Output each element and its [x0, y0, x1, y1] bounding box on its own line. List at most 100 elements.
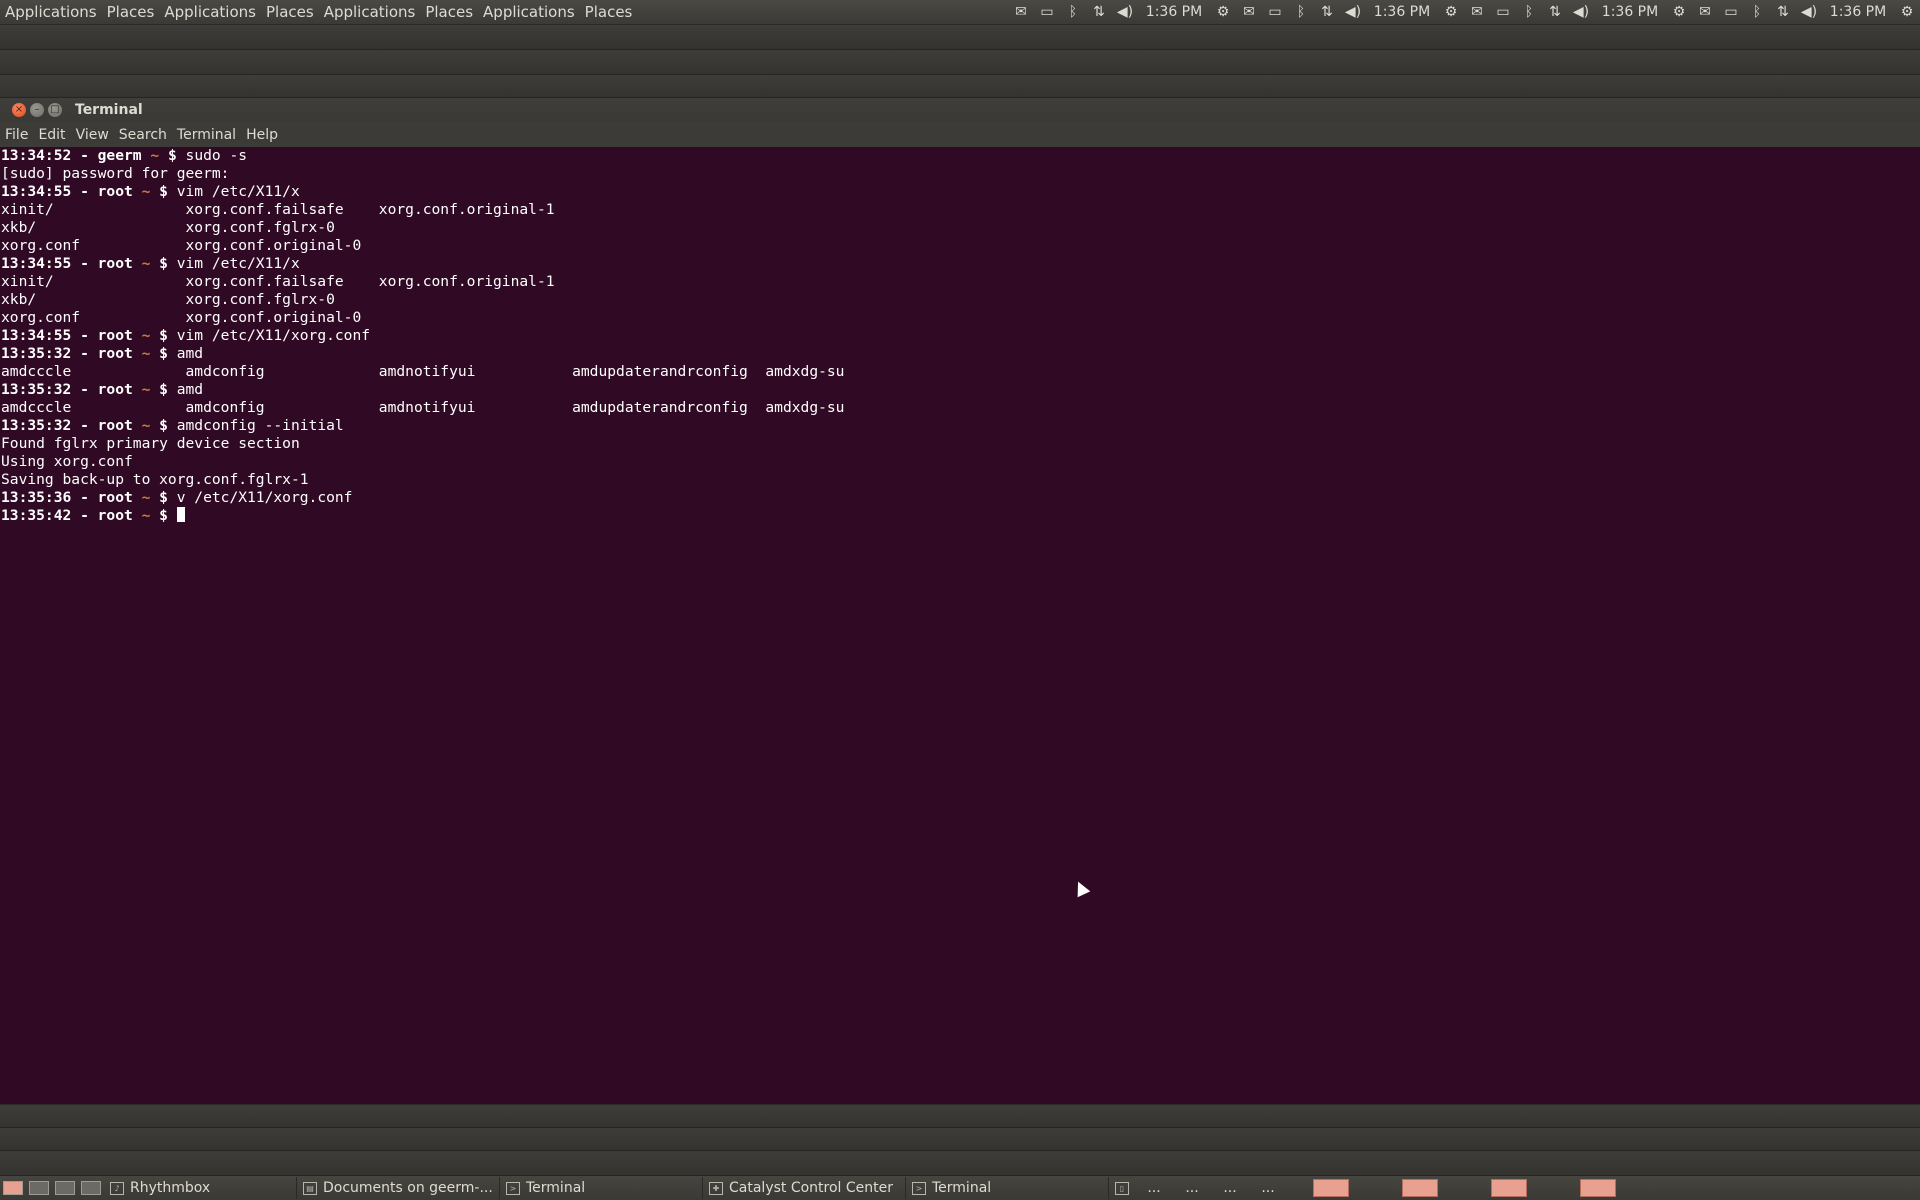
terminal-output[interactable]: 13:34:52 - geerm ~ $ sudo -s [sudo] passw…	[0, 147, 1920, 1104]
battery-icon[interactable]: ▭	[1262, 4, 1288, 20]
workspace-preview[interactable]	[1402, 1179, 1438, 1197]
bluetooth-icon[interactable]: ᛒ	[1744, 4, 1770, 20]
top-panel: Applications Places Applications Places …	[0, 0, 1920, 25]
places-menu[interactable]: Places	[102, 3, 160, 21]
prompt-text: 13:34:52 - geerm	[1, 147, 142, 164]
task-overflow[interactable]: ...	[1135, 1180, 1173, 1196]
workspace-preview[interactable]	[1313, 1179, 1349, 1197]
prompt-line: 13:34:55 - root ~ $ vim /etc/X11/x	[0, 255, 1920, 273]
prompt-text: 13:34:55 - root	[1, 255, 133, 272]
task-overflow[interactable]: ...	[1211, 1180, 1249, 1196]
system-tray: ✉ ▭ ᛒ ⇅ ◀) 1:36 PM ⚙ ✉ ▭ ᛒ ⇅ ◀) 1:36 PM …	[1008, 0, 1920, 24]
prompt-dollar: $	[159, 183, 177, 200]
menu-edit[interactable]: Edit	[33, 127, 70, 143]
command-text: sudo -s	[185, 147, 248, 164]
prompt-line: 13:35:36 - root ~ $ v /etc/X11/xorg.conf	[0, 489, 1920, 507]
window-titlebar[interactable]: × – □ Terminal	[0, 98, 1920, 122]
network-icon[interactable]: ⇅	[1086, 4, 1112, 20]
bluetooth-icon[interactable]: ᛒ	[1516, 4, 1542, 20]
task-documents[interactable]: ▤ Documents on geerm-...	[297, 1177, 500, 1199]
workspace-switcher-3[interactable]	[55, 1181, 75, 1195]
maximize-button[interactable]: □	[48, 103, 62, 117]
menu-file[interactable]: File	[0, 127, 33, 143]
prompt-line: 13:35:42 - root ~ $	[0, 507, 1920, 525]
menu-search[interactable]: Search	[114, 127, 172, 143]
network-icon[interactable]: ⇅	[1314, 4, 1340, 20]
places-menu[interactable]: Places	[420, 3, 478, 21]
empty-panel	[0, 1151, 1920, 1176]
prompt-tilde: ~	[132, 255, 160, 272]
prompt-dollar: $	[159, 507, 177, 524]
bluetooth-icon[interactable]: ᛒ	[1060, 4, 1086, 20]
workspace-preview[interactable]	[1491, 1179, 1527, 1197]
task-catalyst[interactable]: ✚ Catalyst Control Center	[703, 1177, 906, 1199]
workspace-preview[interactable]	[1580, 1179, 1616, 1197]
task-label: Terminal	[526, 1180, 586, 1196]
applications-menu[interactable]: Applications	[319, 3, 421, 21]
menu-help[interactable]: Help	[241, 127, 283, 143]
close-button[interactable]: ×	[12, 103, 26, 117]
clock[interactable]: 1:36 PM	[1594, 4, 1666, 20]
output-line: xkb/ xorg.conf.fglrx-0	[0, 219, 1920, 237]
battery-icon[interactable]: ▭	[1034, 4, 1060, 20]
mail-icon[interactable]: ✉	[1692, 4, 1718, 20]
command-text: vim /etc/X11/x	[176, 183, 300, 200]
volume-icon[interactable]: ◀)	[1340, 4, 1366, 20]
output-text: xinit/ xorg.conf.failsafe xorg.conf.orig…	[1, 273, 555, 290]
task-terminal[interactable]: > Terminal	[906, 1177, 1109, 1199]
output-line: amdcccle amdconfig amdnotifyui amdupdate…	[0, 399, 1920, 417]
menu-view[interactable]: View	[71, 127, 114, 143]
volume-icon[interactable]: ◀)	[1112, 4, 1138, 20]
network-icon[interactable]: ⇅	[1770, 4, 1796, 20]
task-rhythmbox[interactable]: ♪ Rhythmbox	[104, 1177, 297, 1199]
prompt-dollar: $	[159, 381, 177, 398]
prompt-text: 13:35:42 - root	[1, 507, 133, 524]
output-line: xorg.conf xorg.conf.original-0	[0, 237, 1920, 255]
gear-icon[interactable]: ⚙	[1438, 4, 1464, 20]
output-line: xorg.conf xorg.conf.original-0	[0, 309, 1920, 327]
output-line: Found fglrx primary device section	[0, 435, 1920, 453]
output-text: amdcccle amdconfig amdnotifyui amdupdate…	[1, 399, 845, 416]
minimize-button[interactable]: –	[30, 103, 44, 117]
mail-icon[interactable]: ✉	[1008, 4, 1034, 20]
workspace-switcher-1[interactable]	[3, 1181, 23, 1195]
prompt-tilde: ~	[132, 489, 160, 506]
applications-menu[interactable]: Applications	[478, 3, 580, 21]
terminal-lines: 13:34:52 - geerm ~ $ sudo -s [sudo] passw…	[0, 147, 1920, 525]
mail-icon[interactable]: ✉	[1236, 4, 1262, 20]
task-terminal[interactable]: > Terminal	[500, 1177, 703, 1199]
applications-menu[interactable]: Applications	[159, 3, 261, 21]
command-text: vim /etc/X11/xorg.conf	[176, 327, 371, 344]
applications-menu[interactable]: Applications	[0, 3, 102, 21]
prompt-tilde: ~	[132, 507, 160, 524]
mail-icon[interactable]: ✉	[1464, 4, 1490, 20]
prompt-tilde: ~	[132, 327, 160, 344]
task-overflow[interactable]: ...	[1173, 1180, 1211, 1196]
prompt-line: 13:34:52 - geerm ~ $ sudo -s	[0, 147, 1920, 165]
volume-icon[interactable]: ◀)	[1796, 4, 1822, 20]
task-overflow[interactable]: ...	[1249, 1180, 1287, 1196]
panel-menus: Applications Places Applications Places …	[0, 0, 637, 24]
empty-panel	[0, 1128, 1920, 1151]
task-label: Documents on geerm-...	[323, 1180, 493, 1196]
volume-icon[interactable]: ◀)	[1568, 4, 1594, 20]
gear-icon[interactable]: ⚙	[1210, 4, 1236, 20]
bluetooth-icon[interactable]: ᛒ	[1288, 4, 1314, 20]
places-menu[interactable]: Places	[580, 3, 638, 21]
prompt-dollar: $	[159, 327, 177, 344]
app-icon[interactable]: ▯	[1115, 1181, 1129, 1195]
battery-icon[interactable]: ▭	[1718, 4, 1744, 20]
workspace-switcher-4[interactable]	[81, 1181, 101, 1195]
workspace-switcher-2[interactable]	[29, 1181, 49, 1195]
menu-terminal[interactable]: Terminal	[172, 127, 241, 143]
gear-icon[interactable]: ⚙	[1666, 4, 1692, 20]
places-menu[interactable]: Places	[261, 3, 319, 21]
output-text: Found fglrx primary device section	[1, 435, 300, 452]
clock[interactable]: 1:36 PM	[1138, 4, 1210, 20]
gear-icon[interactable]: ⚙	[1894, 4, 1920, 20]
network-icon[interactable]: ⇅	[1542, 4, 1568, 20]
clock[interactable]: 1:36 PM	[1822, 4, 1894, 20]
prompt-line: 13:35:32 - root ~ $ amdconfig --initial	[0, 417, 1920, 435]
clock[interactable]: 1:36 PM	[1366, 4, 1438, 20]
battery-icon[interactable]: ▭	[1490, 4, 1516, 20]
